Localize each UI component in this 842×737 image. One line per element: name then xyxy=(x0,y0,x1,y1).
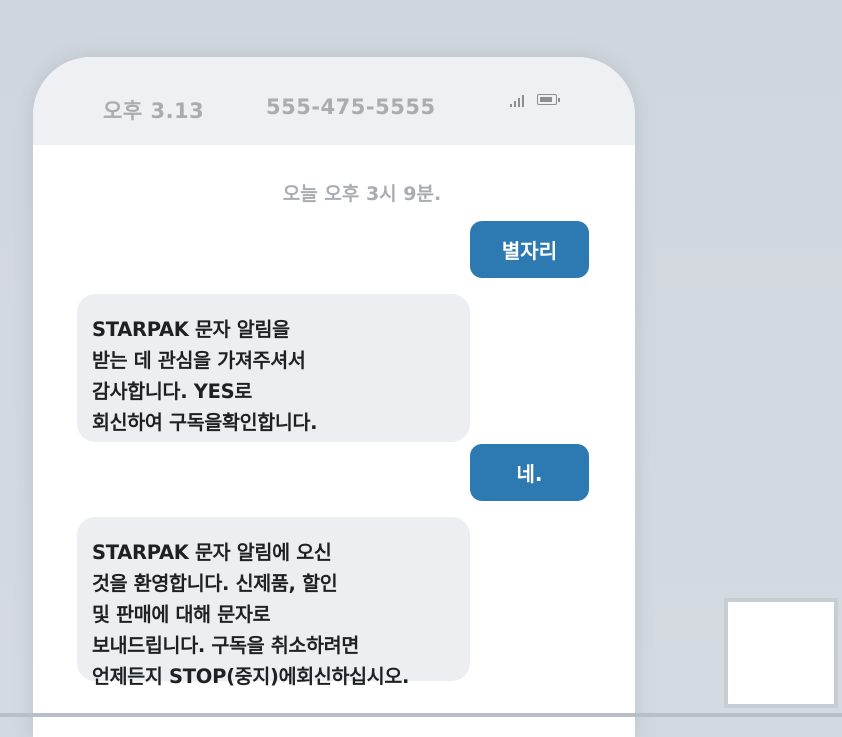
outgoing-message[interactable]: 네. xyxy=(470,444,589,501)
contact-phone-number: 555-475-5555 xyxy=(266,95,436,119)
message-line: STARPAK 문자 알림을 xyxy=(92,318,290,341)
date-divider: 오늘 오후 3시 9분. xyxy=(282,183,442,205)
outgoing-message[interactable]: 별자리 xyxy=(470,221,589,278)
signal-icon xyxy=(510,95,528,107)
phone-frame: 오후 3.13 555-475-5555 오늘 오후 3시 9분. 별자리 ST… xyxy=(33,57,635,737)
corner-placeholder-box xyxy=(724,598,838,708)
message-line: 및 판매에 대해 문자로 xyxy=(92,603,271,626)
message-line: 받는 데 관심을 가져주셔서 xyxy=(92,349,306,372)
battery-icon xyxy=(537,94,560,105)
message-line: 것을 환영합니다. 신제품, 할인 xyxy=(92,572,338,595)
message-line: 회신하여 구독을확인합니다. xyxy=(92,411,318,434)
status-time: 오후 3.13 xyxy=(103,99,205,123)
status-bar: 오후 3.13 555-475-5555 xyxy=(33,57,635,145)
message-line: 언제든지 STOP(중지)에회신하십시오. xyxy=(92,665,410,688)
message-text: 별자리 xyxy=(501,239,558,263)
incoming-message[interactable]: STARPAK 문자 알림에 오신 것을 환영합니다. 신제품, 할인 및 판매… xyxy=(77,517,470,688)
message-text: 네. xyxy=(516,462,543,486)
message-line: STARPAK 문자 알림에 오신 xyxy=(92,541,332,564)
bottom-edge xyxy=(0,713,842,717)
message-line: 감사합니다. YES로 xyxy=(92,380,253,403)
message-line: 보내드립니다. 구독을 취소하려면 xyxy=(92,634,360,657)
incoming-message[interactable]: STARPAK 문자 알림을 받는 데 관심을 가져주셔서 감사합니다. YES… xyxy=(77,294,470,442)
